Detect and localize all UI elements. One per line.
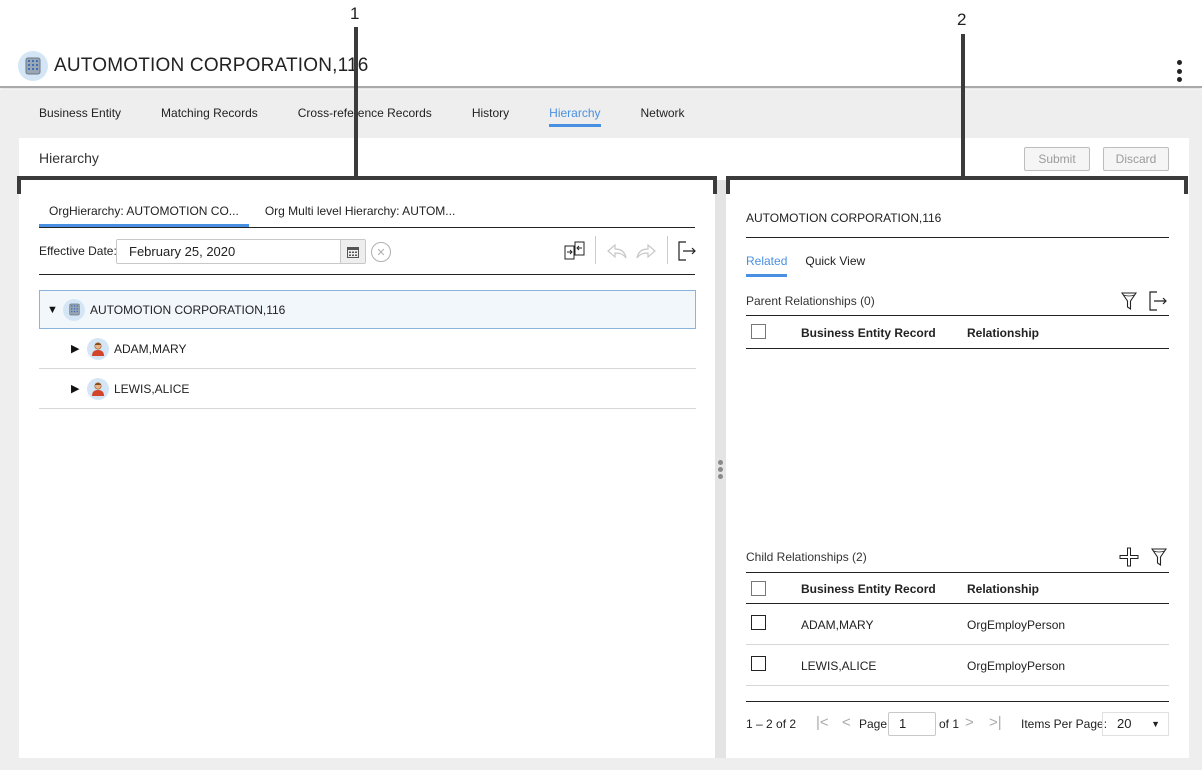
tab-network[interactable]: Network (641, 106, 685, 127)
add-icon[interactable] (1118, 546, 1140, 568)
callout-number-1: 1 (350, 4, 360, 23)
compare-icon[interactable] (563, 239, 587, 263)
next-page-icon[interactable]: > (965, 714, 974, 731)
tab-business-entity[interactable]: Business Entity (39, 106, 121, 127)
expand-arrow-icon[interactable]: ▶ (71, 342, 81, 355)
last-page-icon[interactable]: >| (989, 714, 1002, 731)
previous-page-icon[interactable]: < (842, 714, 851, 731)
first-page-icon[interactable]: |< (816, 714, 829, 731)
parent-relationships-title: Parent Relationships (0) (746, 294, 875, 308)
tab-history[interactable]: History (472, 106, 509, 127)
parent-relationships-table: Business Entity Record Relationship (746, 315, 1169, 349)
select-all-checkbox[interactable] (751, 324, 766, 339)
filter-icon[interactable] (1118, 290, 1140, 312)
relationship-cell: OrgEmployPerson (967, 618, 1066, 632)
callout-1-bracket-right (713, 176, 717, 194)
pagination: 1 – 2 of 2 |< < Page 1 of 1 > >| Items P… (746, 712, 1169, 736)
callout-2-stem (961, 34, 965, 179)
tree-node-label: ADAM,MARY (114, 341, 187, 356)
page-number-input[interactable]: 1 (888, 712, 936, 736)
callout-2-bracket-left (726, 176, 730, 194)
row-checkbox[interactable] (751, 615, 766, 630)
table-row[interactable]: ADAM,MARY OrgEmployPerson (746, 604, 1169, 645)
detail-tabs: Related Quick View (746, 254, 883, 277)
record-cell[interactable]: LEWIS,ALICE (801, 659, 876, 673)
callout-2-bracket-right (1184, 176, 1188, 194)
tree-node-label: LEWIS,ALICE (114, 381, 190, 396)
tab-related[interactable]: Related (746, 254, 788, 277)
hierarchy-tree-pane: OrgHierarchy: AUTOMOTION CO... Org Multi… (19, 180, 715, 758)
tab-quick-view[interactable]: Quick View (805, 254, 865, 277)
callout-1-stem (354, 27, 358, 179)
column-header-relationship[interactable]: Relationship (967, 582, 1039, 596)
clear-date-icon[interactable]: ✕ (371, 242, 391, 262)
discard-button[interactable]: Discard (1103, 147, 1169, 171)
toolbar-divider (667, 236, 668, 264)
tab-org-multi-level-hierarchy[interactable]: Org Multi level Hierarchy: AUTOM... (255, 204, 466, 227)
toolbar-divider (595, 236, 596, 264)
tab-matching-records[interactable]: Matching Records (161, 106, 258, 127)
effective-date-label: Effective Date: (39, 244, 117, 258)
calendar-icon[interactable] (340, 240, 365, 263)
panel-title: Hierarchy (39, 150, 99, 166)
person-icon (87, 337, 109, 360)
tree-node-label: AUTOMOTION CORPORATION,116 (90, 302, 286, 317)
submit-button[interactable]: Submit (1024, 147, 1090, 171)
effective-date-input[interactable]: February 25, 2020 (116, 239, 366, 264)
undo-icon[interactable] (605, 239, 629, 263)
page-label: Page (859, 717, 888, 731)
divider (746, 237, 1169, 238)
effective-date-toolbar: Effective Date: February 25, 2020 ✕ (39, 236, 696, 275)
row-checkbox[interactable] (751, 656, 766, 671)
app-header: AUTOMOTION CORPORATION,116 (0, 0, 1202, 88)
redo-icon[interactable] (634, 239, 658, 263)
record-cell[interactable]: ADAM,MARY (801, 618, 873, 632)
tab-org-hierarchy[interactable]: OrgHierarchy: AUTOMOTION CO... (39, 204, 249, 227)
tab-hierarchy[interactable]: Hierarchy (549, 106, 601, 127)
select-all-checkbox[interactable] (751, 581, 766, 596)
collapse-arrow-icon[interactable]: ▼ (47, 304, 58, 316)
building-icon (18, 51, 48, 81)
child-relationships-title: Child Relationships (2) (746, 550, 867, 564)
selected-record-title: AUTOMOTION CORPORATION,116 (746, 211, 942, 225)
tab-cross-reference-records[interactable]: Cross-reference Records (298, 106, 432, 127)
callout-1-bracket (17, 176, 717, 180)
page-count-label: of 1 (939, 717, 960, 731)
relationship-cell: OrgEmployPerson (967, 659, 1066, 673)
tree-node[interactable]: ▶ LEWIS,ALICE (39, 369, 696, 409)
pagination-range: 1 – 2 of 2 (746, 717, 797, 731)
export-icon[interactable] (675, 239, 699, 263)
export-icon[interactable] (1147, 290, 1169, 312)
callout-2-bracket (726, 176, 1188, 180)
table-header: Business Entity Record Relationship (746, 315, 1169, 349)
column-header-record[interactable]: Business Entity Record (801, 326, 936, 340)
divider (746, 701, 1169, 702)
items-per-page-label: Items Per Page: (1021, 717, 1108, 731)
filter-icon[interactable] (1148, 546, 1170, 568)
items-per-page-select[interactable]: 20 ▼ (1102, 712, 1169, 736)
entity-title: AUTOMOTION CORPORATION,116 (54, 55, 369, 76)
callout-1-bracket-left (17, 176, 21, 194)
pane-splitter[interactable] (715, 180, 726, 758)
building-icon (63, 298, 85, 321)
person-icon (87, 377, 109, 400)
child-relationships-table: Business Entity Record Relationship ADAM… (746, 572, 1169, 686)
items-per-page-value: 20 (1117, 716, 1132, 731)
column-header-relationship[interactable]: Relationship (967, 326, 1039, 340)
table-header: Business Entity Record Relationship (746, 572, 1169, 604)
dropdown-arrow-icon: ▼ (1151, 719, 1160, 729)
hierarchy-tabs: OrgHierarchy: AUTOMOTION CO... Org Multi… (39, 204, 695, 228)
table-row[interactable]: LEWIS,ALICE OrgEmployPerson (746, 645, 1169, 686)
relationships-pane: AUTOMOTION CORPORATION,116 Related Quick… (726, 180, 1189, 758)
record-tabs: Business Entity Matching Records Cross-r… (39, 106, 725, 127)
kebab-menu-icon[interactable] (1174, 60, 1184, 82)
hierarchy-tree: ▼ AUTOMOTION CORPORATION,116 ▶ ADAM,MARY… (39, 290, 696, 409)
column-header-record[interactable]: Business Entity Record (801, 582, 936, 596)
tree-node-root[interactable]: ▼ AUTOMOTION CORPORATION,116 (39, 290, 696, 329)
tree-node[interactable]: ▶ ADAM,MARY (39, 329, 696, 369)
expand-arrow-icon[interactable]: ▶ (71, 382, 81, 395)
callout-number-2: 2 (957, 10, 967, 29)
